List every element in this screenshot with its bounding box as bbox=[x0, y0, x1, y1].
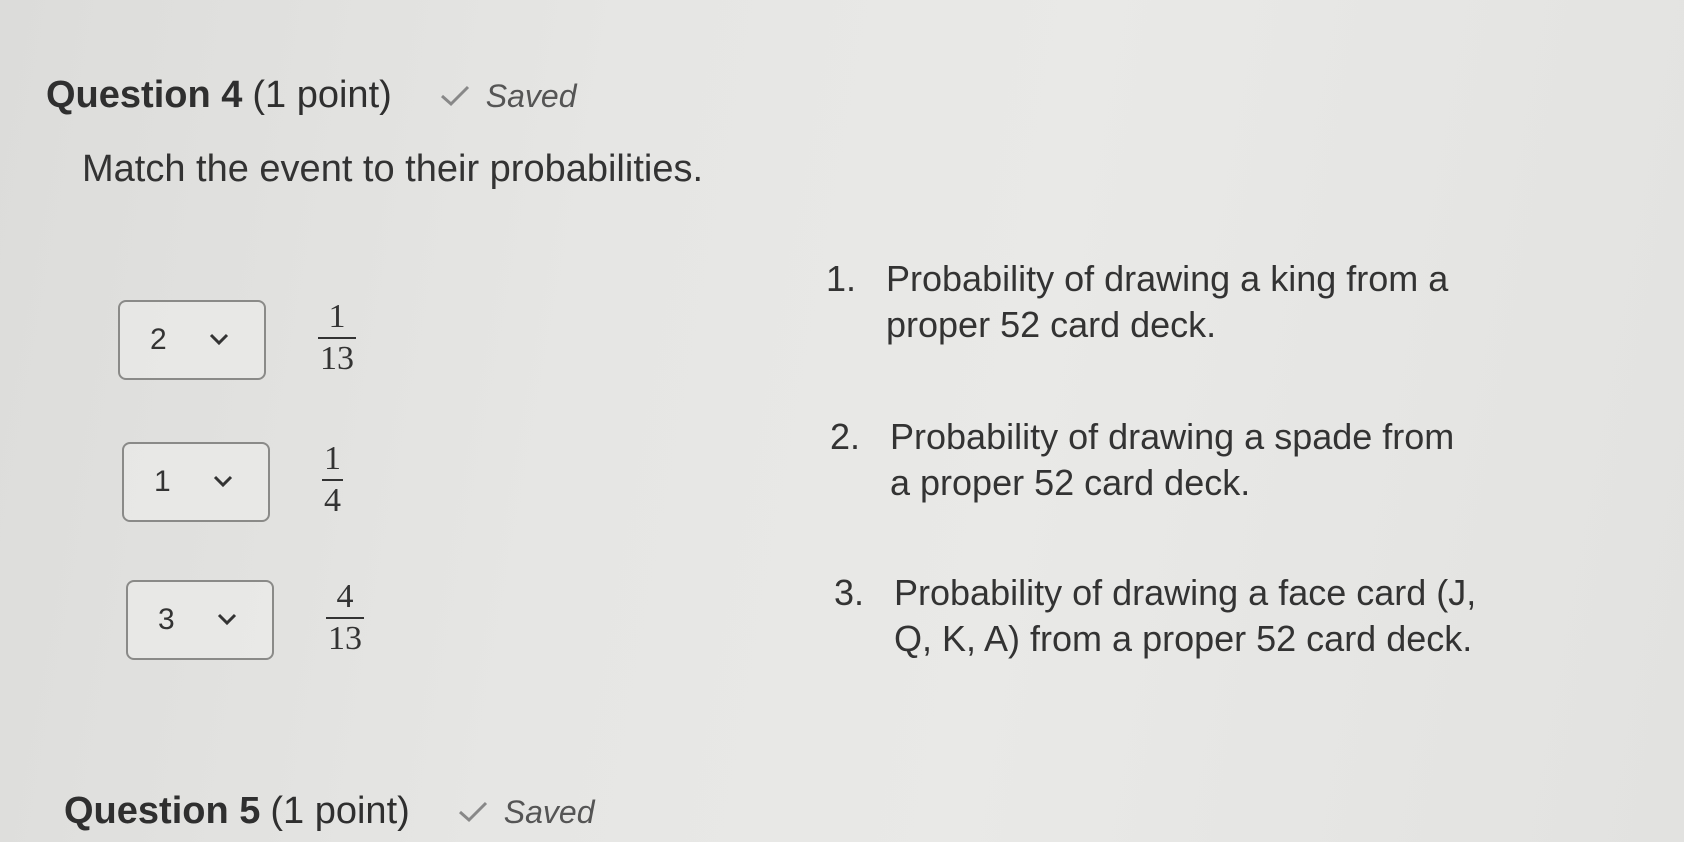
chevron-down-icon bbox=[209, 333, 229, 346]
question-4-header: Question 4 (1 point) Saved bbox=[46, 74, 577, 117]
event-text: Probability of drawing a face card (J, Q… bbox=[894, 570, 1514, 662]
fraction-denominator: 4 bbox=[322, 479, 343, 518]
match-select-value: 2 bbox=[150, 323, 167, 356]
fraction-numerator: 1 bbox=[324, 440, 341, 477]
question-5-header: Question 5 (1 point) Saved bbox=[64, 790, 595, 833]
saved-label: Saved bbox=[485, 77, 577, 114]
saved-label: Saved bbox=[503, 793, 595, 830]
saved-status: Saved bbox=[440, 78, 577, 115]
event-number: 2. bbox=[830, 416, 861, 457]
saved-status: Saved bbox=[458, 794, 595, 831]
fraction-numerator: 4 bbox=[336, 578, 354, 615]
match-select-2[interactable]: 1 bbox=[122, 442, 270, 522]
question-title: Question 5 bbox=[64, 790, 261, 832]
check-icon bbox=[458, 801, 487, 823]
fraction-denominator: 13 bbox=[326, 617, 364, 656]
chevron-down-icon bbox=[217, 613, 237, 626]
event-text-line: a proper 52 card deck. bbox=[890, 462, 1251, 503]
fraction-numerator: 1 bbox=[328, 298, 346, 335]
match-select-1[interactable]: 2 bbox=[118, 300, 266, 380]
event-text-line: Probability of drawing a king from a bbox=[886, 258, 1449, 299]
event-text-line: proper 52 card deck. bbox=[886, 304, 1217, 345]
question-prompt: Match the event to their probabilities. bbox=[82, 148, 704, 190]
question-points: (1 point) bbox=[252, 74, 392, 116]
event-number: 3. bbox=[834, 572, 865, 613]
probability-fraction-3: 4 13 bbox=[326, 580, 364, 656]
match-select-value: 3 bbox=[158, 603, 175, 636]
event-text-line: Probability of drawing a spade from bbox=[890, 416, 1455, 457]
event-text: Probability of drawing a king from a pro… bbox=[886, 256, 1506, 348]
probability-fraction-1: 1 13 bbox=[318, 300, 356, 376]
fraction-denominator: 13 bbox=[318, 337, 356, 376]
event-text-line: Probability of drawing a face card (J, bbox=[894, 572, 1477, 613]
question-title: Question 4 bbox=[46, 74, 243, 116]
match-select-value: 1 bbox=[154, 465, 171, 498]
event-number: 1. bbox=[826, 258, 857, 299]
match-select-3[interactable]: 3 bbox=[126, 580, 274, 660]
check-icon bbox=[440, 85, 469, 107]
event-text: Probability of drawing a spade from a pr… bbox=[890, 414, 1510, 506]
event-text-line: Q, K, A) from a proper 52 card deck. bbox=[894, 618, 1473, 659]
probability-fraction-2: 1 4 bbox=[322, 442, 343, 518]
question-points: (1 point) bbox=[270, 790, 410, 832]
chevron-down-icon bbox=[213, 475, 233, 488]
